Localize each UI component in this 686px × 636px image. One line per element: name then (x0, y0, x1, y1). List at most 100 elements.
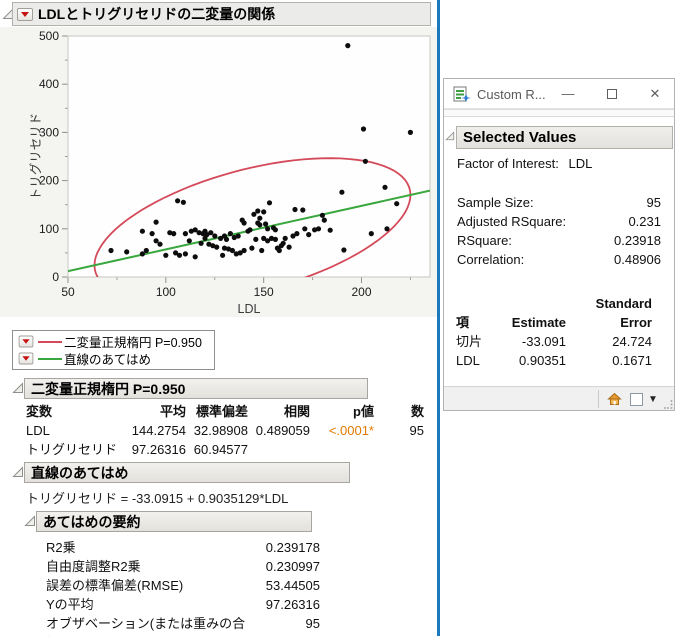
cell-pvalue-ldl: <.0001* (328, 423, 374, 438)
data-point[interactable] (208, 230, 214, 236)
data-point[interactable] (319, 212, 325, 218)
ellipse-section-disclosure-icon[interactable] (12, 382, 24, 394)
data-point[interactable] (394, 201, 400, 207)
selected-values-header[interactable]: Selected Values (456, 126, 673, 149)
y-axis-title: トリグリセリド (29, 113, 43, 201)
window-edge-divider[interactable] (437, 0, 440, 636)
data-point[interactable] (241, 247, 247, 254)
statusbar-menu-button[interactable]: ▼ (645, 391, 661, 407)
summary-section-header[interactable]: あてはめの要約 (36, 511, 312, 532)
data-point[interactable] (223, 236, 230, 242)
data-point[interactable] (272, 236, 278, 242)
data-point[interactable] (286, 244, 292, 250)
data-point[interactable] (249, 245, 255, 251)
data-point[interactable] (157, 241, 163, 247)
data-point[interactable] (282, 235, 288, 241)
data-point[interactable] (257, 222, 263, 228)
data-point[interactable] (259, 247, 265, 254)
data-point[interactable] (257, 215, 263, 221)
report-menu-button[interactable] (17, 7, 33, 21)
summary-section-disclosure-icon[interactable] (24, 515, 36, 527)
data-point[interactable] (360, 126, 367, 132)
data-point[interactable] (276, 247, 282, 254)
data-point[interactable] (182, 231, 188, 237)
data-point[interactable] (182, 251, 188, 257)
minimize-button[interactable]: — (553, 79, 583, 108)
x-tick-label: 100 (156, 285, 176, 299)
data-point[interactable] (382, 184, 388, 190)
col-variable: 変数 (26, 404, 53, 419)
data-point[interactable] (253, 236, 259, 242)
fit-summary-table: R2乗 0.239178 自由度調整R2乗 0.230997 誤差の標準偏差(R… (46, 538, 320, 636)
fit-section-header[interactable]: 直線のあてはめ (24, 462, 350, 483)
data-point[interactable] (108, 247, 114, 254)
ellipse-stats-table: 変数 平均 標準偏差 相関 p値 数 LDL 144.2754 32.98908… (26, 402, 424, 459)
data-point[interactable] (327, 227, 333, 233)
fit-line-swatch (38, 357, 62, 360)
data-point[interactable] (263, 221, 269, 227)
data-point[interactable] (241, 220, 247, 226)
close-button[interactable]: ✕ (640, 79, 670, 108)
data-point[interactable] (176, 252, 183, 258)
legend-fit-label: 直線のあてはめ (64, 353, 152, 367)
data-point[interactable] (368, 231, 374, 237)
data-point[interactable] (266, 200, 273, 206)
x-tick-label: 50 (61, 285, 75, 299)
data-point[interactable] (339, 189, 345, 195)
report-title-bar[interactable]: LDLとトリグリセリドの二変量の関係 (12, 2, 431, 26)
summary-label-adjrsq: 自由度調整R2乗 (46, 559, 141, 574)
data-point[interactable] (227, 231, 233, 237)
data-point[interactable] (153, 219, 159, 225)
data-point[interactable] (261, 209, 267, 215)
home-window-button[interactable] (606, 391, 622, 407)
data-point[interactable] (294, 231, 300, 237)
data-point[interactable] (163, 252, 169, 258)
resize-grip[interactable] (663, 399, 673, 409)
window-titlebar[interactable]: Custom R... — ✕ (444, 79, 674, 109)
data-point[interactable] (315, 226, 322, 232)
data-point[interactable] (362, 158, 368, 164)
data-point[interactable] (306, 232, 312, 238)
summary-label-ymean: Yの平均 (46, 597, 94, 612)
data-point[interactable] (384, 226, 390, 232)
data-point[interactable] (124, 249, 130, 255)
data-point[interactable] (265, 226, 271, 232)
ellipse-section-header[interactable]: 二変量正規楕円 P=0.950 (24, 378, 368, 399)
data-point[interactable] (302, 226, 308, 232)
data-point[interactable] (229, 247, 235, 254)
data-point[interactable] (186, 238, 192, 244)
fit-section-disclosure-icon[interactable] (12, 466, 24, 478)
data-point[interactable] (280, 240, 286, 246)
legend-fit-menu-button[interactable] (18, 352, 34, 365)
data-point[interactable] (214, 244, 220, 250)
data-point[interactable] (255, 208, 261, 214)
data-point[interactable] (192, 254, 198, 260)
data-point[interactable] (247, 227, 253, 233)
data-point[interactable] (341, 247, 347, 253)
maximize-button[interactable] (597, 79, 627, 108)
window-title: Custom R... (477, 87, 546, 102)
data-point[interactable] (171, 231, 177, 237)
screen: LDLとトリグリセリドの二変量の関係 0 100 200 300 400 500 50 100… (0, 0, 686, 636)
data-point[interactable] (143, 247, 149, 254)
data-table-button[interactable] (628, 391, 644, 407)
data-point[interactable] (235, 233, 241, 239)
data-point[interactable] (272, 227, 278, 233)
data-point[interactable] (300, 207, 306, 213)
data-point[interactable] (198, 240, 204, 246)
data-point[interactable] (292, 206, 298, 213)
data-point[interactable] (175, 198, 181, 204)
data-point[interactable] (212, 233, 218, 239)
data-point[interactable] (321, 217, 327, 223)
ellipse-line-swatch (38, 340, 62, 343)
data-point[interactable] (139, 228, 145, 234)
data-point[interactable] (149, 231, 155, 237)
data-point[interactable] (407, 129, 413, 135)
data-point[interactable] (139, 251, 145, 257)
data-point[interactable] (153, 238, 159, 244)
data-point[interactable] (220, 252, 226, 258)
selected-values-disclosure-icon[interactable] (445, 131, 455, 141)
data-point[interactable] (180, 199, 186, 205)
data-point[interactable] (345, 43, 351, 49)
legend-ellipse-menu-button[interactable] (18, 335, 34, 348)
